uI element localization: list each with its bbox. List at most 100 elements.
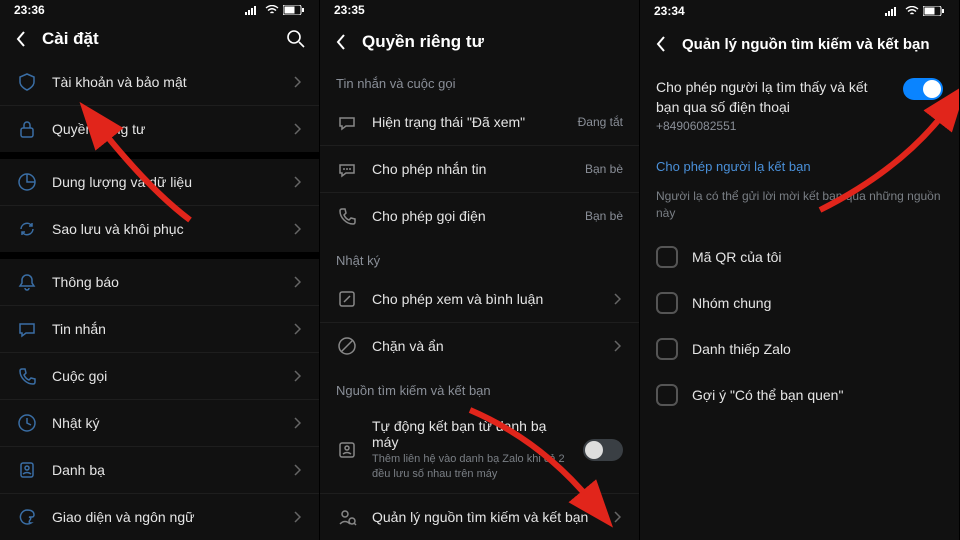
row-label: Tài khoản và bảo mật: [52, 74, 279, 90]
row-status: Đang tắt: [578, 115, 623, 129]
toggle-title: Cho phép người lạ tìm thấy và kết bạn qu…: [656, 78, 891, 117]
page-title: Cài đặt: [42, 29, 273, 49]
row-label: Danh bạ: [52, 462, 279, 478]
user-search-icon: [336, 506, 358, 528]
status-time: 23:34: [654, 4, 685, 18]
row-label: Cho phép nhắn tin: [372, 161, 571, 177]
row-appearance[interactable]: Giao diện và ngôn ngữ: [0, 494, 319, 540]
row-label: Cuộc gọi: [52, 368, 279, 384]
header: Cài đặt: [0, 20, 319, 59]
option-label: Gợi ý "Có thể bạn quen": [692, 387, 843, 403]
row-label: Hiện trạng thái "Đã xem": [372, 114, 564, 130]
row-messages[interactable]: Tin nhắn: [0, 306, 319, 353]
section-header: Tin nhắn và cuộc gọi: [320, 62, 639, 99]
row-label: Cho phép xem và bình luận: [372, 291, 599, 307]
row-allow-view-comment[interactable]: Cho phép xem và bình luận: [320, 276, 639, 323]
chevron-right-icon: [293, 323, 303, 335]
status-time: 23:36: [14, 3, 45, 17]
pie-icon: [16, 171, 38, 193]
pane-manage-sources: 23:34 Quản lý nguồn tìm kiếm và kết bạn …: [640, 0, 960, 540]
row-account-security[interactable]: Tài khoản và bảo mật: [0, 59, 319, 106]
row-label: Quản lý nguồn tìm kiếm và kết bạn: [372, 509, 599, 525]
option-label: Mã QR của tôi: [692, 249, 781, 265]
status-bar: 23:36: [0, 0, 319, 20]
row-block-hide[interactable]: Chặn và ẩn: [320, 323, 639, 369]
chevron-right-icon: [293, 511, 303, 523]
row-allow-call[interactable]: Cho phép gọi điện Bạn bè: [320, 193, 639, 239]
checkbox-icon: [656, 246, 678, 268]
row-auto-friend[interactable]: Tự động kết bạn từ danh bạ máy Thêm liên…: [320, 406, 639, 494]
palette-icon: [16, 506, 38, 528]
sync-icon: [16, 218, 38, 240]
header: Quản lý nguồn tìm kiếm và kết bạn: [640, 22, 959, 66]
checkbox-icon: [656, 384, 678, 406]
phone-icon: [336, 205, 358, 227]
toggle-auto-friend[interactable]: [583, 439, 623, 461]
back-button[interactable]: [652, 35, 670, 53]
option-card[interactable]: Danh thiếp Zalo: [640, 326, 959, 372]
battery-icon: [923, 6, 945, 16]
row-label: Dung lượng và dữ liệu: [52, 174, 279, 190]
chevron-right-icon: [293, 370, 303, 382]
row-label: Cho phép gọi điện: [372, 208, 571, 224]
signal-icon: [885, 6, 901, 16]
row-label: Tự động kết bạn từ danh bạ máy: [372, 418, 569, 450]
option-label: Nhóm chung: [692, 295, 771, 311]
row-manage-sources[interactable]: Quản lý nguồn tìm kiếm và kết bạn: [320, 494, 639, 540]
row-timeline[interactable]: Nhật ký: [0, 400, 319, 447]
chevron-right-icon: [293, 223, 303, 235]
wifi-icon: [905, 6, 919, 16]
chevron-right-icon: [293, 464, 303, 476]
chevron-right-icon: [293, 176, 303, 188]
row-status: Bạn bè: [585, 162, 623, 176]
row-label: Quyền riêng tư: [52, 121, 279, 137]
row-status: Bạn bè: [585, 209, 623, 223]
chevron-right-icon: [293, 417, 303, 429]
chevron-right-icon: [613, 340, 623, 352]
option-group[interactable]: Nhóm chung: [640, 280, 959, 326]
header: Quyền riêng tư: [320, 21, 639, 63]
chat-icon: [336, 111, 358, 133]
message-icon: [16, 318, 38, 340]
section-header: Nhật ký: [320, 239, 639, 276]
row-privacy[interactable]: Quyền riêng tư: [0, 106, 319, 152]
status-icons: [245, 5, 305, 15]
pane-settings: 23:36 Cài đặt Tài khoản và bảo mật: [0, 0, 320, 540]
status-bar: 23:35: [320, 0, 639, 21]
pane-privacy: 23:35 Quyền riêng tư Tin nhắn và cuộc gọ…: [320, 0, 640, 540]
toggle-find-by-phone[interactable]: [903, 78, 943, 100]
toggle-sublabel: +84906082551: [656, 119, 891, 133]
row-backup[interactable]: Sao lưu và khôi phục: [0, 206, 319, 252]
section-header: Cho phép người lạ kết bạn: [640, 145, 959, 182]
search-icon[interactable]: [285, 28, 307, 50]
chevron-right-icon: [293, 123, 303, 135]
row-sublabel: Thêm liên hệ vào danh bạ Zalo khi cả 2 đ…: [372, 452, 569, 481]
status-bar: 23:34: [640, 0, 959, 22]
back-button[interactable]: [12, 30, 30, 48]
block-icon: [336, 335, 358, 357]
row-label: Chặn và ẩn: [372, 338, 599, 354]
back-button[interactable]: [332, 33, 350, 51]
row-label: Sao lưu và khôi phục: [52, 221, 279, 237]
chat-dots-icon: [336, 158, 358, 180]
row-contacts[interactable]: Danh bạ: [0, 447, 319, 494]
chevron-right-icon: [293, 76, 303, 88]
section-header: Nguồn tìm kiếm và kết bạn: [320, 369, 639, 406]
option-suggest[interactable]: Gợi ý "Có thể bạn quen": [640, 372, 959, 418]
row-calls[interactable]: Cuộc gọi: [0, 353, 319, 400]
status-icons: [885, 6, 945, 16]
section-description: Người lạ có thể gửi lời mời kết bạn qua …: [640, 182, 959, 234]
option-qr[interactable]: Mã QR của tôi: [640, 234, 959, 280]
row-label: Nhật ký: [52, 415, 279, 431]
signal-icon: [245, 5, 261, 15]
row-storage[interactable]: Dung lượng và dữ liệu: [0, 159, 319, 206]
battery-icon: [283, 5, 305, 15]
option-label: Danh thiếp Zalo: [692, 341, 791, 357]
edit-icon: [336, 288, 358, 310]
chevron-right-icon: [613, 293, 623, 305]
checkbox-icon: [656, 292, 678, 314]
row-seen-status[interactable]: Hiện trạng thái "Đã xem" Đang tắt: [320, 99, 639, 146]
row-allow-message[interactable]: Cho phép nhắn tin Bạn bè: [320, 146, 639, 193]
checkbox-icon: [656, 338, 678, 360]
row-notifications[interactable]: Thông báo: [0, 259, 319, 306]
